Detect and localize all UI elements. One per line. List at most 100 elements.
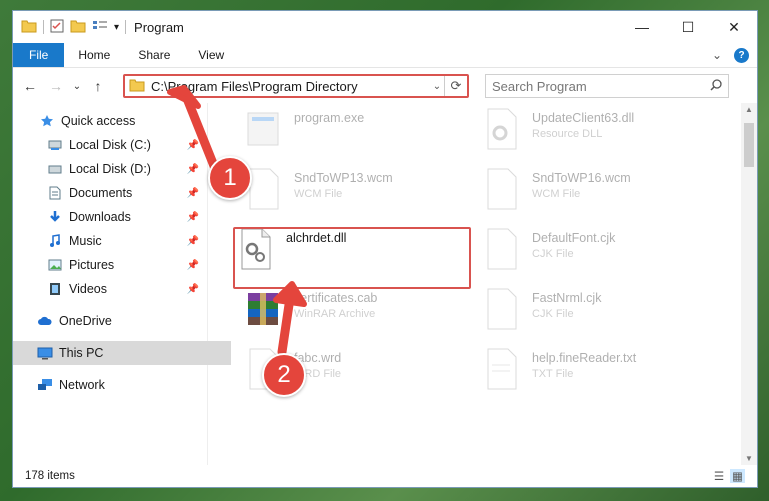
sidebar-item-documents[interactable]: Documents 📌: [13, 181, 207, 205]
minimize-button[interactable]: —: [619, 11, 665, 43]
generic-file-icon: [480, 287, 522, 335]
sidebar-item-network[interactable]: Network: [13, 373, 231, 397]
up-button[interactable]: ↑: [87, 75, 109, 97]
scrollbar-thumb[interactable]: [744, 123, 754, 167]
dll-file-icon: [480, 107, 522, 155]
recent-locations-button[interactable]: ⌄: [71, 75, 83, 97]
file-item[interactable]: SndToWP13.wcm WCM File: [242, 167, 472, 225]
address-dropdown-icon[interactable]: ⌄: [430, 81, 444, 92]
pin-icon[interactable]: 📌: [187, 164, 199, 175]
refresh-button[interactable]: ⟳: [444, 76, 467, 96]
sidebar-item-pictures[interactable]: Pictures 📌: [13, 253, 207, 277]
large-icons-view-icon[interactable]: ▦: [730, 469, 745, 483]
new-folder-icon[interactable]: [70, 19, 86, 36]
customize-toolbar-chevron-icon[interactable]: ▾: [114, 22, 119, 33]
file-name: certificates.cab: [294, 291, 378, 305]
star-icon: [39, 113, 55, 129]
address-bar[interactable]: C:\Program Files\Program Directory ⌄ ⟳: [123, 74, 469, 98]
drive-icon: [47, 137, 63, 153]
tab-file[interactable]: File: [13, 43, 65, 67]
file-type: Resource DLL: [532, 128, 603, 140]
file-name: FastNrml.cjk: [532, 291, 602, 305]
sidebar-item-this-pc[interactable]: This PC: [13, 341, 231, 365]
sidebar-item-label: Videos: [69, 282, 107, 296]
address-path[interactable]: C:\Program Files\Program Directory: [151, 79, 430, 94]
sidebar-item-videos[interactable]: Videos 📌: [13, 277, 207, 301]
tab-share[interactable]: Share: [124, 43, 184, 67]
cloud-icon: [37, 313, 53, 329]
folder-icon: [129, 78, 145, 95]
details-view-icon[interactable]: ☰: [714, 469, 724, 483]
pictures-icon: [47, 257, 63, 273]
vertical-scrollbar[interactable]: ▲ ▼: [741, 103, 757, 465]
sidebar-item-label: Network: [59, 378, 105, 392]
navigation-bar: ← → ⌄ ↑ C:\Program Files\Program Directo…: [13, 68, 757, 104]
file-item[interactable]: DefaultFont.cjk CJK File: [480, 227, 710, 285]
generic-file-icon: [480, 227, 522, 275]
view-options-icon[interactable]: [92, 19, 108, 36]
maximize-button[interactable]: ☐: [665, 11, 711, 43]
quick-access-toolbar: ▾: [13, 19, 127, 36]
sidebar-item-local-disk-d[interactable]: Local Disk (D:) 📌: [13, 157, 207, 181]
close-button[interactable]: ✕: [711, 11, 757, 43]
scroll-down-arrow-icon[interactable]: ▼: [745, 454, 753, 463]
sidebar-item-label: Local Disk (D:): [69, 162, 151, 176]
toolbar-divider: [125, 20, 127, 34]
scroll-up-arrow-icon[interactable]: ▲: [745, 105, 753, 114]
back-button[interactable]: ←: [19, 75, 41, 97]
file-name: help.fineReader.txt: [532, 351, 637, 365]
documents-icon: [47, 185, 63, 201]
music-icon: [47, 233, 63, 249]
pin-icon[interactable]: 📌: [187, 236, 199, 247]
text-file-icon: [480, 347, 522, 395]
sidebar-item-label: Local Disk (C:): [69, 138, 151, 152]
file-name: UpdateClient63.dll: [532, 111, 635, 125]
expand-ribbon-chevron-icon[interactable]: ⌄: [712, 48, 722, 62]
file-item[interactable]: certificates.cab WinRAR Archive: [242, 287, 472, 345]
sidebar-item-music[interactable]: Music 📌: [13, 229, 207, 253]
forward-button[interactable]: →: [45, 75, 67, 97]
file-item[interactable]: UpdateClient63.dll Resource DLL: [480, 107, 710, 165]
ribbon-tabs: File Home Share View ⌄ ?: [13, 43, 757, 68]
sidebar-item-onedrive[interactable]: OneDrive: [13, 309, 231, 333]
pin-icon[interactable]: 📌: [187, 260, 199, 271]
file-type: WinRAR Archive: [294, 308, 376, 320]
item-count: 178 items: [25, 470, 75, 482]
step-badge-2: 2: [262, 353, 306, 397]
search-box[interactable]: Search Program: [485, 74, 729, 98]
sidebar-item-label: Downloads: [69, 210, 131, 224]
file-type: TXT File: [532, 368, 574, 380]
file-item[interactable]: SndToWP16.wcm WCM File: [480, 167, 710, 225]
search-input[interactable]: Search Program: [492, 79, 710, 94]
sidebar-item-label: Pictures: [69, 258, 115, 272]
toolbar-divider: [43, 20, 44, 34]
file-item[interactable]: program.exe: [242, 107, 472, 165]
download-icon: [47, 209, 63, 225]
tab-home[interactable]: Home: [64, 43, 124, 67]
sidebar-item-local-disk-c[interactable]: Local Disk (C:) 📌: [13, 133, 207, 157]
file-item[interactable]: help.fineReader.txt TXT File: [480, 347, 710, 405]
file-type: WCM File: [532, 188, 581, 200]
help-icon[interactable]: ?: [734, 47, 749, 63]
sidebar-item-label: Documents: [69, 186, 133, 200]
pin-icon[interactable]: 📌: [187, 188, 199, 199]
sidebar-item-quick-access[interactable]: Quick access: [13, 109, 233, 133]
status-bar: 178 items ☰ ▦: [13, 465, 757, 487]
file-name: SndToWP16.wcm: [532, 171, 631, 185]
pin-icon[interactable]: 📌: [187, 284, 199, 295]
tab-view[interactable]: View: [184, 43, 238, 67]
file-item[interactable]: FastNrml.cjk CJK File: [480, 287, 710, 345]
pin-icon[interactable]: 📌: [187, 212, 199, 223]
videos-icon: [47, 281, 63, 297]
window-controls: — ☐ ✕: [619, 11, 757, 43]
properties-icon[interactable]: [50, 19, 64, 36]
step-badge-1: 1: [208, 156, 252, 200]
computer-icon: [37, 345, 53, 361]
highlight-box-alchrdet: [233, 227, 471, 289]
sidebar-item-label: Music: [69, 234, 102, 248]
window-title: Program: [134, 19, 184, 35]
sidebar-item-label: OneDrive: [59, 314, 112, 328]
sidebar-item-downloads[interactable]: Downloads 📌: [13, 205, 207, 229]
ribbon-right: ⌄ ?: [712, 43, 757, 67]
pin-icon[interactable]: 📌: [187, 140, 199, 151]
